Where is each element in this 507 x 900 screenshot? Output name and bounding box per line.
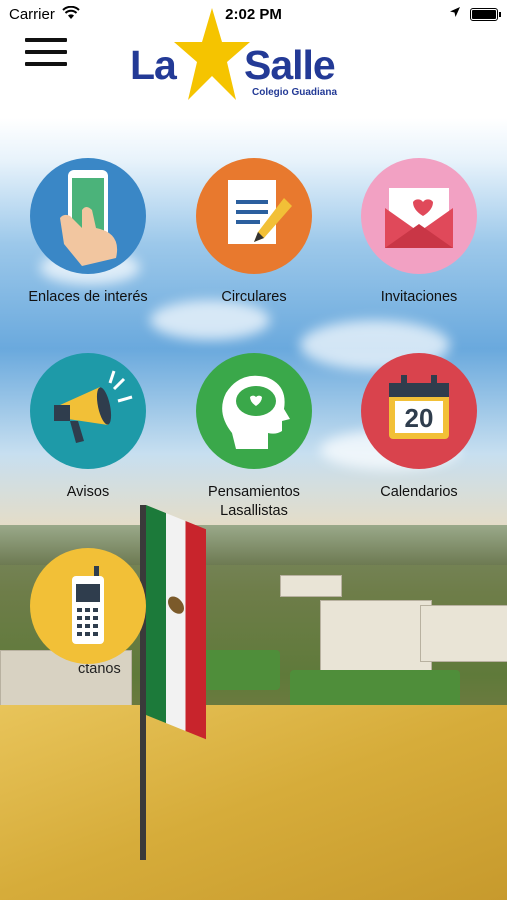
- calendar-day-number: 20: [404, 403, 434, 433]
- logo-subtitle: Colegio Guadiana: [252, 87, 338, 98]
- tile-calendarios[interactable]: 20 Calendarios: [339, 353, 499, 502]
- menu-hamburger-icon[interactable]: [25, 38, 67, 66]
- tile-label: Circulares: [221, 289, 287, 305]
- building: [280, 575, 342, 597]
- tile-invitaciones[interactable]: Invitaciones: [339, 158, 499, 307]
- head-brain-icon[interactable]: [196, 353, 312, 469]
- tile-label: Enlaces de interés: [28, 289, 148, 305]
- tile-label: Invitaciones: [380, 289, 458, 305]
- mobile-phone-icon[interactable]: [30, 548, 146, 664]
- logo-word-la: La: [130, 42, 177, 88]
- tile-enlaces-de-interes[interactable]: Enlaces de interés: [8, 158, 168, 307]
- star-icon: [174, 8, 250, 100]
- logo-word-salle: Salle: [244, 42, 336, 88]
- tile-label: Avisos: [66, 484, 110, 500]
- tile-circulares[interactable]: Circulares: [174, 158, 334, 307]
- tile-avisos[interactable]: Avisos: [8, 353, 168, 502]
- location-arrow-icon: [449, 5, 461, 21]
- tile-label: Pensamientos Lasallistas: [208, 484, 300, 519]
- phone-hand-icon[interactable]: [30, 158, 146, 274]
- lawn: [200, 650, 280, 690]
- calendar-icon[interactable]: 20: [361, 353, 477, 469]
- megaphone-icon[interactable]: [30, 353, 146, 469]
- courtyard: [0, 705, 507, 900]
- building: [420, 605, 507, 662]
- document-pencil-icon[interactable]: [196, 158, 312, 274]
- la-salle-logo: La Salle Colegio Guadiana: [130, 8, 360, 103]
- flag-emblem: [168, 593, 184, 617]
- tile-pensamientos-lasallistas[interactable]: Pensamientos Lasallistas: [174, 353, 334, 521]
- envelope-heart-icon[interactable]: [361, 158, 477, 274]
- tile-contactanos[interactable]: ctanos: [8, 548, 168, 679]
- tile-label: Calendarios: [380, 484, 458, 500]
- battery-icon: [470, 8, 501, 21]
- building: [320, 600, 432, 672]
